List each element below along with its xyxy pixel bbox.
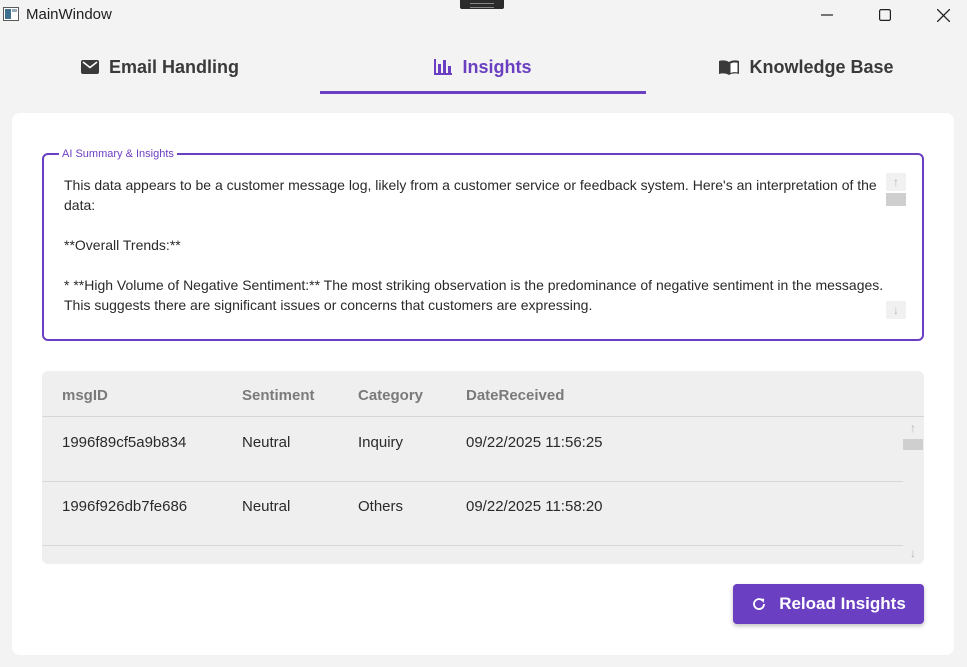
cell-datereceived: 09/22/2025 11:56:25 xyxy=(466,434,603,451)
maximize-icon xyxy=(879,9,891,21)
bar-chart-icon xyxy=(434,59,453,75)
ai-summary-textbox[interactable]: This data appears to be a customer messa… xyxy=(64,175,890,319)
tab-label: Email Handling xyxy=(108,56,240,77)
table-scrollbar[interactable]: ↑ ↓ xyxy=(903,419,923,564)
messages-table: msgID Sentiment Category DateReceived 19… xyxy=(42,371,924,564)
window-title: MainWindow xyxy=(26,6,112,23)
cell-msgid: 1996f926db7fe686 xyxy=(62,498,188,515)
book-icon xyxy=(719,59,740,75)
minimize-icon xyxy=(821,14,833,16)
table-row[interactable]: 1996f926db7fe686 Neutral Others 09/22/20… xyxy=(42,482,903,546)
reload-insights-button[interactable]: Reload Insights xyxy=(733,584,924,624)
maximize-button[interactable] xyxy=(862,0,908,30)
scroll-up-arrow-icon[interactable]: ↑ xyxy=(903,419,923,437)
selected-tab-indicator xyxy=(320,91,646,94)
tab-label: Knowledge Base xyxy=(749,56,894,77)
app-icon xyxy=(3,7,19,21)
summary-scrollbar[interactable]: ↑ ↓ xyxy=(886,173,906,319)
close-icon xyxy=(936,8,950,22)
cell-sentiment: Neutral xyxy=(242,434,291,451)
scrollbar-thumb[interactable] xyxy=(886,193,906,206)
cell-category: Others xyxy=(358,498,404,515)
ai-summary-groupbox: AI Summary & Insights This data appears … xyxy=(42,147,924,341)
summary-blank-line xyxy=(64,255,890,275)
ai-summary-legend: AI Summary & Insights xyxy=(59,147,177,161)
tab-label: Insights xyxy=(462,56,532,77)
tab-knowledge-base[interactable]: Knowledge Base xyxy=(646,40,967,94)
scroll-down-arrow-icon[interactable]: ↓ xyxy=(903,544,923,562)
table-header: msgID Sentiment Category DateReceived xyxy=(42,371,924,417)
cell-sentiment: Neutral xyxy=(242,498,291,515)
summary-paragraph: This data appears to be a customer messa… xyxy=(64,177,881,213)
summary-blank-line xyxy=(64,215,890,235)
table-row[interactable]: 1996f89cf5a9b834 Neutral Inquiry 09/22/2… xyxy=(42,418,903,482)
tab-insights[interactable]: Insights xyxy=(320,40,646,94)
column-header-category[interactable]: Category xyxy=(358,387,423,404)
reload-insights-label: Reload Insights xyxy=(779,594,906,613)
summary-paragraph: **Overall Trends:** xyxy=(64,237,181,253)
snap-grip-handle[interactable] xyxy=(460,0,504,9)
tab-email-handling[interactable]: Email Handling xyxy=(0,40,320,94)
scrollbar-thumb[interactable] xyxy=(903,439,923,450)
minimize-button[interactable] xyxy=(804,0,850,30)
cell-datereceived: 09/22/2025 11:58:20 xyxy=(466,498,603,515)
title-bar: MainWindow xyxy=(0,0,967,30)
refresh-icon xyxy=(753,598,766,610)
insights-panel: AI Summary & Insights This data appears … xyxy=(12,113,954,655)
envelope-icon xyxy=(80,60,99,74)
column-header-sentiment[interactable]: Sentiment xyxy=(242,387,315,404)
scroll-down-arrow-icon[interactable]: ↓ xyxy=(886,301,906,319)
cell-category: Inquiry xyxy=(358,434,404,451)
close-button[interactable] xyxy=(920,0,966,30)
scroll-up-arrow-icon[interactable]: ↑ xyxy=(886,173,906,191)
tab-bar: Email Handling Insights Knowledge Base xyxy=(0,40,967,94)
summary-paragraph: * **High Volume of Negative Sentiment:**… xyxy=(64,277,887,313)
cell-msgid: 1996f89cf5a9b834 xyxy=(62,434,187,451)
column-header-datereceived[interactable]: DateReceived xyxy=(466,387,564,404)
column-header-msgid[interactable]: msgID xyxy=(62,387,108,404)
